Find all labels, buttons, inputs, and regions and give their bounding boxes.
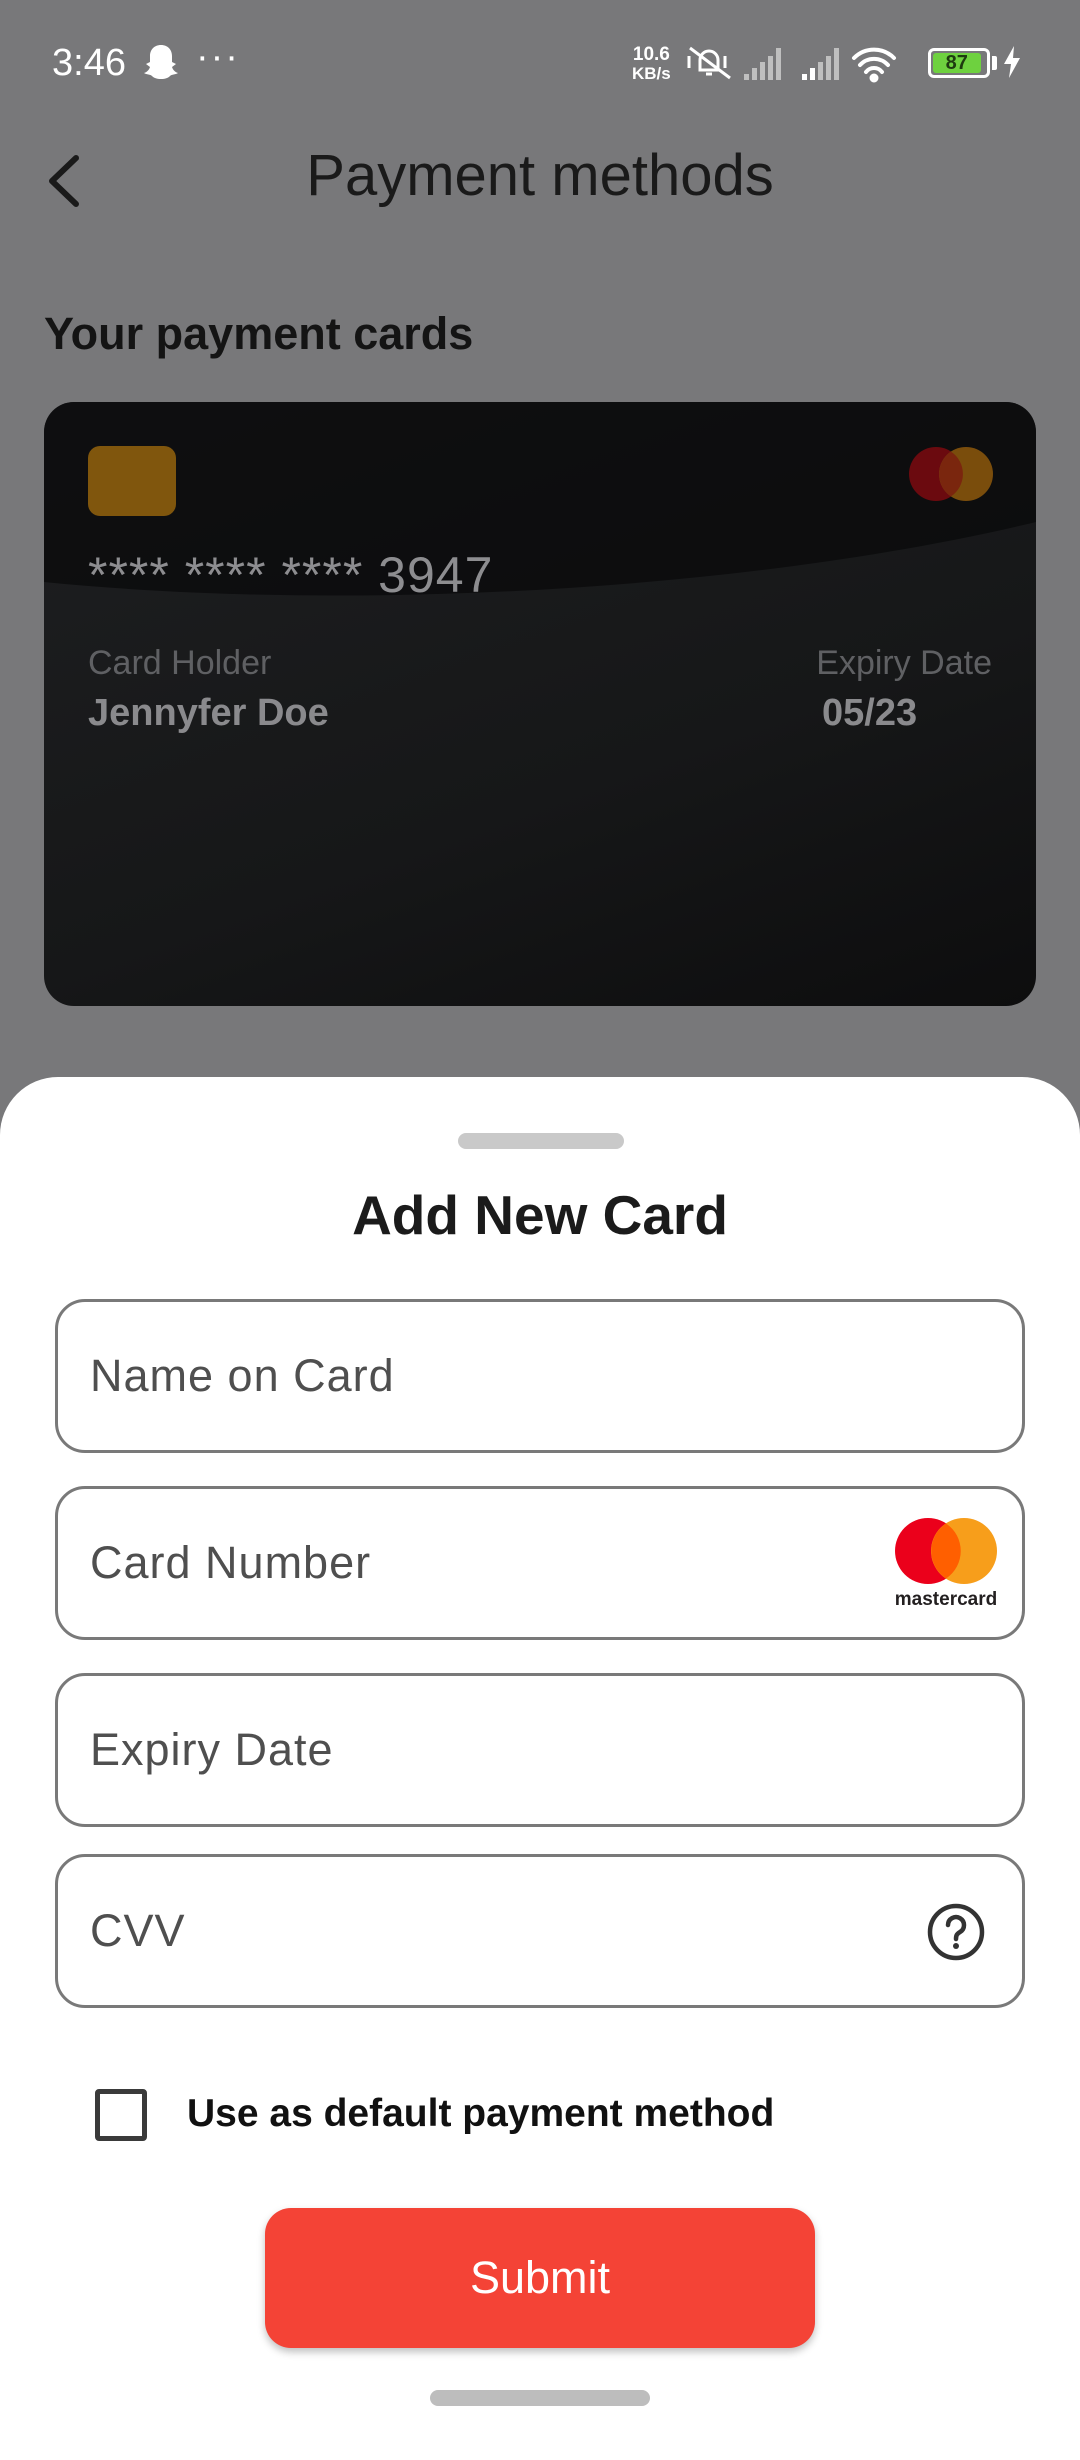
sheet-drag-handle[interactable] <box>458 1133 624 1149</box>
default-payment-checkbox[interactable] <box>95 2089 147 2141</box>
mastercard-logo-icon: mastercard <box>895 1518 997 1610</box>
page-title: Payment methods <box>306 143 774 208</box>
name-on-card-field[interactable] <box>55 1299 1025 1453</box>
sheet-title: Add New Card <box>352 1184 728 1246</box>
battery-icon: 87 <box>928 48 990 78</box>
battery-level: 87 <box>933 53 981 73</box>
snapchat-ghost-icon <box>144 45 178 79</box>
network-speed: 10.6 KB/s <box>632 44 671 83</box>
mastercard-logo-icon <box>909 447 993 501</box>
status-bar: 3:46 ··· 10.6 KB/s 87 <box>0 0 1080 130</box>
signal-icon <box>802 48 839 80</box>
name-on-card-input[interactable] <box>90 1302 870 1450</box>
expiry-date-field[interactable] <box>55 1673 1025 1827</box>
card-holder-label: Card Holder <box>88 644 272 682</box>
svg-text:mastercard: mastercard <box>895 1589 997 1610</box>
signal-icon <box>744 48 781 80</box>
default-payment-label[interactable]: Use as default payment method <box>187 2092 774 2136</box>
help-circle-icon[interactable] <box>926 1902 986 1962</box>
submit-button[interactable]: Submit <box>265 2208 815 2348</box>
status-time: 3:46 <box>52 42 126 84</box>
battery-tip <box>992 56 997 70</box>
payment-card[interactable]: **** **** **** 3947 Card Holder Jennyfer… <box>44 402 1036 1006</box>
wifi-icon <box>852 47 896 83</box>
card-number-input[interactable] <box>90 1489 870 1637</box>
card-expiry-value: 05/23 <box>822 692 918 734</box>
cvv-field[interactable] <box>55 1854 1025 2008</box>
charging-icon <box>1004 46 1020 78</box>
section-title: Your payment cards <box>44 308 474 359</box>
status-icons <box>687 46 896 83</box>
card-number-field[interactable]: mastercard <box>55 1486 1025 1640</box>
card-number: **** **** **** 3947 <box>88 547 494 603</box>
more-notifications-icon: ··· <box>196 36 240 78</box>
home-indicator[interactable] <box>430 2390 650 2406</box>
expiry-date-input[interactable] <box>90 1676 870 1824</box>
card-holder-name: Jennyfer Doe <box>88 692 329 734</box>
card-chip <box>88 446 176 516</box>
card-expiry-label: Expiry Date <box>816 644 992 682</box>
cvv-input[interactable] <box>90 1857 870 2005</box>
mute-vibrate-icon <box>687 46 731 80</box>
